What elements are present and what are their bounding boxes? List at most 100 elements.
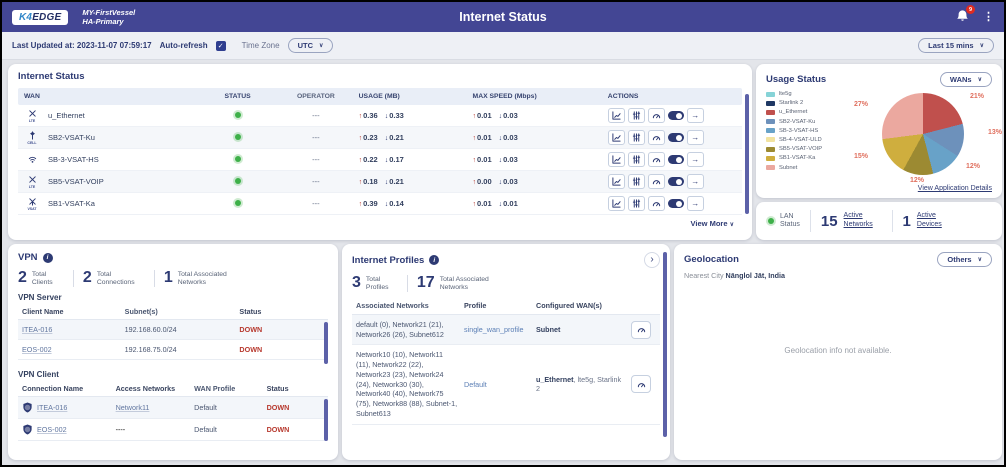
connection-name-link[interactable]: ITEA-016 xyxy=(37,403,67,412)
client-name-link[interactable]: ITEA-016 xyxy=(22,325,52,334)
last-updated-text: Last Updated at: 2023-11-07 07:59:17 xyxy=(12,41,152,50)
wan-stats-button[interactable] xyxy=(608,130,625,145)
col-actions: ACTIONS xyxy=(608,93,736,100)
legend-label: lte5g xyxy=(779,91,792,97)
arrow-right-icon: → xyxy=(691,111,699,120)
connection-name-link[interactable]: EOS-002 xyxy=(37,425,67,434)
col-subnets: Subnet(s) xyxy=(125,307,240,316)
pie-percent-label: 27% xyxy=(854,101,868,108)
profile-speed-test-button[interactable] xyxy=(631,321,651,339)
chart-icon xyxy=(612,133,621,142)
stat-label: Total Connections xyxy=(97,270,145,287)
info-icon[interactable] xyxy=(43,253,53,263)
speed-test-button[interactable] xyxy=(648,108,665,123)
wan-enable-toggle[interactable] xyxy=(668,177,684,186)
logo-edge-text: EDGE xyxy=(32,12,61,23)
wan-details-button[interactable]: → xyxy=(687,196,704,211)
internet-profiles-title: Internet Profiles xyxy=(352,255,424,266)
legend-swatch xyxy=(766,147,775,152)
vpn-server-scrollbar[interactable] xyxy=(324,322,328,364)
kebab-menu-icon[interactable]: ⋮ xyxy=(983,12,994,23)
col-wan-profile: WAN Profile xyxy=(194,384,266,393)
operator-value: --- xyxy=(273,177,358,186)
notifications-bell-icon[interactable]: 9 xyxy=(955,9,971,25)
wan-details-button[interactable]: → xyxy=(687,152,704,167)
lan-status-panel: LANStatus 15 Active Networks 1 Active De… xyxy=(756,202,1002,240)
chart-icon xyxy=(612,111,621,120)
status-connected-dot xyxy=(235,156,241,162)
speed-test-button[interactable] xyxy=(648,130,665,145)
view-application-details-link[interactable]: View Application Details xyxy=(918,185,992,192)
wan-stats-button[interactable] xyxy=(608,174,625,189)
sliders-icon xyxy=(632,177,641,186)
wan-config-button[interactable] xyxy=(628,152,645,167)
arrow-right-icon: → xyxy=(691,133,699,142)
wan-details-button[interactable]: → xyxy=(687,174,704,189)
legend-label: SB2-VSAT-Ku xyxy=(779,119,815,125)
geolocation-filter-select[interactable]: Others xyxy=(937,252,992,267)
stat-label: Total Profiles xyxy=(366,275,398,292)
table-scrollbar[interactable] xyxy=(745,94,749,214)
speed-test-button[interactable] xyxy=(648,196,665,211)
legend-swatch xyxy=(766,101,775,106)
col-access-networks: Access Networks xyxy=(116,384,195,393)
wan-config-button[interactable] xyxy=(628,174,645,189)
wan-enable-toggle[interactable] xyxy=(668,155,684,164)
app-header: K4EDGE MY-FirstVessel HA-Primary Interne… xyxy=(2,2,1004,32)
legend-label: SB-3-VSAT-HS xyxy=(779,128,818,134)
wan-details-button[interactable]: → xyxy=(687,130,704,145)
time-range-select[interactable]: Last 15 mins xyxy=(918,38,994,53)
wan-config-button[interactable] xyxy=(628,108,645,123)
wan-row: VSATSB1-VSAT-Ka --- 0.390.14 0.010.01 → xyxy=(18,193,742,215)
wan-enable-toggle[interactable] xyxy=(668,199,684,208)
wan-config-button[interactable] xyxy=(628,196,645,211)
wan-stats-button[interactable] xyxy=(608,152,625,167)
wan-name: SB5-VSAT-VOIP xyxy=(48,177,104,186)
info-icon[interactable] xyxy=(429,255,439,265)
vpn-server-table: Client Name Subnet(s) Status ITEA-016 19… xyxy=(18,304,328,360)
vpn-title: VPN xyxy=(18,252,38,263)
chevron-right-icon: › xyxy=(650,255,653,265)
client-name-link[interactable]: EOS-002 xyxy=(22,345,52,354)
view-more-link[interactable]: View More xyxy=(18,215,742,228)
vpn-client-scrollbar[interactable] xyxy=(324,399,328,441)
usage-cell: 0.220.17 xyxy=(359,155,473,164)
active-networks-link[interactable]: Active Networks xyxy=(844,212,882,230)
speedometer-icon xyxy=(637,380,646,389)
time-zone-select[interactable]: UTC xyxy=(288,38,334,53)
active-devices-link[interactable]: Active Devices xyxy=(917,212,955,230)
divider xyxy=(810,210,811,232)
profile-link[interactable]: Default xyxy=(464,380,536,389)
profile-link[interactable]: single_wan_profile xyxy=(464,325,536,334)
profiles-scrollbar[interactable] xyxy=(663,252,667,437)
pie-percent-label: 12% xyxy=(910,177,924,184)
legend-label: Subnet xyxy=(779,165,797,171)
sliders-icon xyxy=(632,155,641,164)
wan-enable-toggle[interactable] xyxy=(668,133,684,142)
wan-table-header: WAN STATUS OPERATOR USAGE (MB) MAX SPEED… xyxy=(18,88,742,105)
usage-cell: 0.360.33 xyxy=(359,111,473,120)
toggle-knob xyxy=(676,113,682,119)
wan-enable-toggle[interactable] xyxy=(668,111,684,120)
internet-status-panel: Internet Status WAN STATUS OPERATOR USAG… xyxy=(8,64,752,240)
legend-swatch xyxy=(766,119,775,124)
wan-stats-button[interactable] xyxy=(608,196,625,211)
legend-item: u_Ethernet xyxy=(766,109,848,115)
usage-cell: 0.230.21 xyxy=(359,133,473,142)
legend-swatch xyxy=(766,110,775,115)
chart-icon xyxy=(612,199,621,208)
usage-filter-select[interactable]: WANs xyxy=(940,72,992,87)
speed-test-button[interactable] xyxy=(648,174,665,189)
access-network-link[interactable]: Network11 xyxy=(116,403,150,412)
usage-cell: 0.390.14 xyxy=(359,199,473,208)
col-wan: WAN xyxy=(24,93,202,100)
expand-panel-button[interactable]: › xyxy=(644,252,660,268)
speed-test-button[interactable] xyxy=(648,152,665,167)
stat-value: 1 xyxy=(164,270,173,287)
wan-details-button[interactable]: → xyxy=(687,108,704,123)
wan-config-button[interactable] xyxy=(628,130,645,145)
wan-stats-button[interactable] xyxy=(608,108,625,123)
profile-speed-test-button[interactable] xyxy=(631,375,651,393)
auto-refresh-checkbox[interactable]: ✓ xyxy=(216,41,226,51)
speed-cell: 0.010.03 xyxy=(473,111,608,120)
